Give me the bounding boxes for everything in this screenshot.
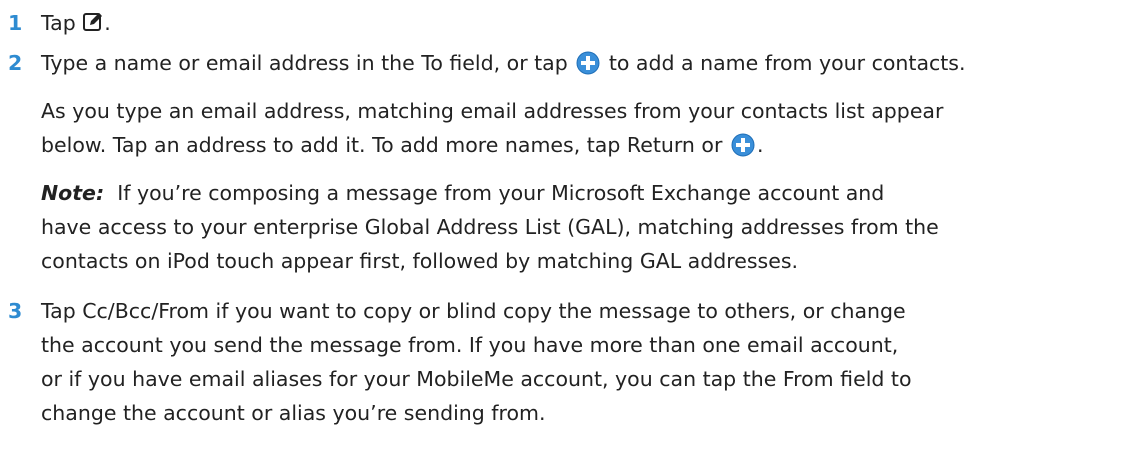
step-number: 3: [8, 299, 23, 323]
step-2-detail-line-1: As you type an email address, matching e…: [41, 99, 944, 123]
step-3: 3 Tap Cc/Bcc/From if you want to copy or …: [8, 294, 906, 328]
step-3-line-4: change the account or alias you’re sendi…: [41, 401, 546, 425]
note-line-3: contacts on iPod touch appear first, fol…: [41, 249, 799, 273]
note-line-1: Note: If you’re composing a message from…: [41, 176, 939, 210]
step-1: 1 Tap .: [8, 6, 111, 40]
step-3-line-1: Tap Cc/Bcc/From if you want to copy or b…: [41, 299, 906, 323]
step-2-detail-line-2: below. Tap an address to add it. To add …: [41, 128, 943, 162]
step-2-text-after: to add a name from your contacts.: [608, 51, 966, 75]
compose-icon: [83, 13, 103, 31]
step-2-note: Note: If you’re composing a message from…: [41, 176, 939, 278]
document-page: 1 Tap . 2 Type a name or email address in …: [0, 0, 1124, 470]
step-3-continuation: the account you send the message from. I…: [41, 328, 912, 430]
add-contact-icon: [731, 133, 755, 157]
step-2-detail-line-2-text: below. Tap an address to add it. To add …: [41, 133, 723, 157]
step-number: 2: [8, 51, 23, 75]
step-3-line-3: or if you have email aliases for your Mo…: [41, 367, 912, 391]
note-line-2: have access to your enterprise Global Ad…: [41, 215, 939, 239]
add-contact-icon: [576, 51, 600, 75]
note-label: Note:: [41, 181, 105, 205]
step-2-detail-after: .: [756, 133, 764, 157]
step-1-text-before: Tap: [41, 11, 76, 35]
step-number: 1: [8, 11, 23, 35]
step-2: 2 Type a name or email address in the To …: [8, 46, 966, 80]
step-2-detail: As you type an email address, matching e…: [41, 94, 943, 162]
step-1-text-after: .: [104, 11, 111, 35]
step-3-line-2: the account you send the message from. I…: [41, 333, 899, 357]
note-line-1-text: If you’re composing a message from your …: [117, 181, 885, 205]
step-2-text-before: Type a name or email address in the To f…: [41, 51, 568, 75]
